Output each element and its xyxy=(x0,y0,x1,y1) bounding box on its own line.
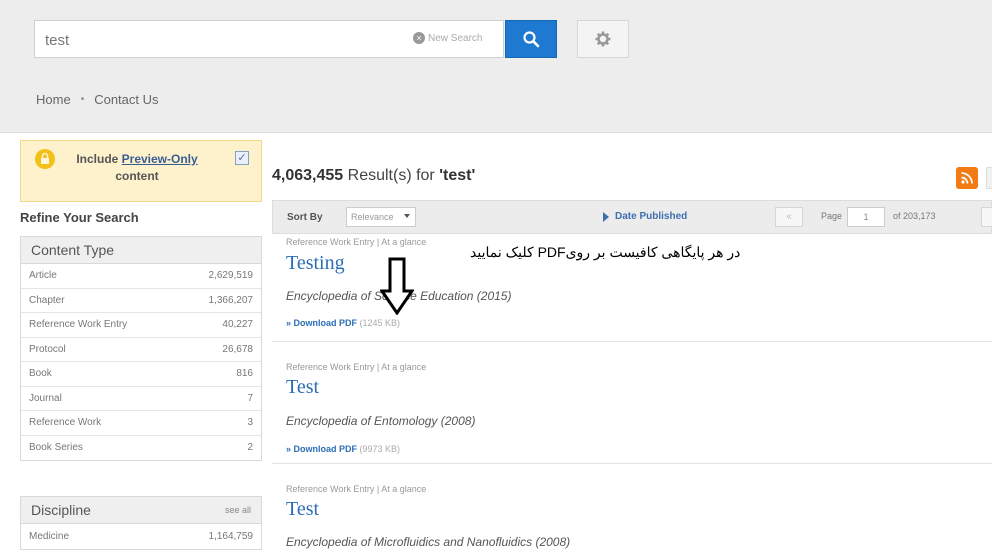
date-published-toggle[interactable]: Date Published xyxy=(603,211,687,222)
clear-icon[interactable]: × xyxy=(413,32,425,44)
results-title: 4,063,455 Result(s) for 'test' xyxy=(272,167,475,185)
new-search-label[interactable]: New Search xyxy=(428,33,482,44)
sort-by-label: Sort By xyxy=(287,212,323,223)
facet-row-count: 1,164,759 xyxy=(208,530,254,542)
results-count: 4,063,455 xyxy=(272,167,344,184)
facet-row-label: Book Series xyxy=(29,442,83,454)
facet-row[interactable]: Book 816 xyxy=(21,362,261,387)
content-type-facet: Content Type Article 2,629,519 Chapter 1,36… xyxy=(20,236,262,461)
result-source: Encyclopedia of Entomology (2008) xyxy=(286,414,476,428)
result-title[interactable]: Testing xyxy=(286,252,345,275)
search-box: × New Search xyxy=(34,20,504,58)
facet-row-label: Reference Work xyxy=(29,417,102,429)
lock-icon xyxy=(35,149,55,169)
facet-row[interactable]: Book Series 2 xyxy=(21,436,261,461)
facet-row-label: Reference Work Entry xyxy=(29,319,128,331)
search-icon xyxy=(523,31,540,48)
result-item: Reference Work Entry | At a glance Test … xyxy=(272,342,992,464)
facet-row[interactable]: Journal 7 xyxy=(21,387,261,411)
sort-bar: Sort By Relevance Date Published « Page … xyxy=(272,200,992,234)
breadcrumb: Home • Contact Us xyxy=(36,92,159,107)
facet-row[interactable]: Medicine 1,164,759 xyxy=(21,524,261,549)
download-label[interactable]: » Download PDF xyxy=(286,444,357,454)
rss-icon[interactable] xyxy=(956,167,978,189)
search-input[interactable] xyxy=(45,30,385,50)
refine-title: Refine Your Search xyxy=(20,210,139,225)
facet-header: Discipline see all xyxy=(21,497,261,524)
preview-only-link[interactable]: Preview-Only xyxy=(122,152,198,166)
prev-page-button[interactable]: « xyxy=(775,207,803,227)
facet-row-label: Article xyxy=(29,270,57,282)
chevron-down-icon xyxy=(404,214,410,218)
file-size: (9973 KB) xyxy=(359,444,401,454)
search-button[interactable] xyxy=(505,20,557,58)
results-query: 'test' xyxy=(439,167,476,184)
preview-text-after: content xyxy=(115,169,159,183)
facet-header: Content Type xyxy=(21,237,261,264)
preview-only-checkbox[interactable]: ✓ xyxy=(235,151,249,165)
file-size: (1245 KB) xyxy=(359,318,401,328)
play-icon xyxy=(603,211,609,222)
settings-button[interactable] xyxy=(577,20,629,58)
facet-row[interactable]: Chapter 1,366,207 xyxy=(21,289,261,313)
download-label[interactable]: » Download PDF xyxy=(286,318,357,328)
result-title[interactable]: Test xyxy=(286,498,319,521)
gear-icon xyxy=(595,31,611,47)
arrow-down-icon xyxy=(380,257,414,315)
header: × New Search Home • Contact Us xyxy=(0,0,992,133)
discipline-facet: Discipline see all Medicine 1,164,759 xyxy=(20,496,262,550)
facet-row-count: 40,227 xyxy=(222,319,253,331)
facet-row-label: Book xyxy=(29,368,52,380)
page-label: Page xyxy=(821,211,843,221)
result-meta: Reference Work Entry | At a glance xyxy=(286,237,427,247)
facet-row-label: Protocol xyxy=(29,343,66,355)
download-pdf-link[interactable]: » Download PDF (9973 KB) xyxy=(286,444,400,454)
see-all-link[interactable]: see all xyxy=(225,505,251,515)
facet-row[interactable]: Article 2,629,519 xyxy=(21,264,261,289)
result-source: Encyclopedia of Microfluidics and Nanofl… xyxy=(286,535,571,549)
facet-row-label: Chapter xyxy=(29,294,65,306)
breadcrumb-home[interactable]: Home xyxy=(36,92,71,107)
facet-rows: Article 2,629,519 Chapter 1,366,207 Referenc… xyxy=(21,264,261,460)
facet-row[interactable]: Reference Work 3 xyxy=(21,411,261,436)
facet-row-count: 3 xyxy=(247,417,253,429)
facet-title: Discipline xyxy=(31,502,91,518)
export-button[interactable] xyxy=(986,167,992,189)
sort-select[interactable]: Relevance xyxy=(346,207,416,227)
result-item: Reference Work Entry | At a glance Test … xyxy=(272,464,992,552)
next-page-button[interactable] xyxy=(981,207,992,227)
facet-row-label: Medicine xyxy=(29,530,70,542)
preview-only-box: Include Preview-Only content ✓ xyxy=(20,140,262,202)
facet-row-count: 2,629,519 xyxy=(208,270,254,282)
facet-row[interactable]: Protocol 26,678 xyxy=(21,338,261,362)
preview-only-label: Include Preview-Only content xyxy=(67,151,207,185)
annotation-text: در هر پایگاهی کافیست بر رویPDF کلیک نمای… xyxy=(470,244,741,260)
result-meta: Reference Work Entry | At a glance xyxy=(286,362,427,372)
date-published-label: Date Published xyxy=(615,211,688,222)
sort-select-value: Relevance xyxy=(351,212,394,222)
facet-row-count: 7 xyxy=(247,392,253,404)
result-title[interactable]: Test xyxy=(286,376,319,399)
breadcrumb-separator: • xyxy=(80,94,85,105)
facet-rows: Medicine 1,164,759 xyxy=(21,524,261,549)
page-total: of 203,173 xyxy=(893,211,936,221)
facet-title: Content Type xyxy=(31,242,115,258)
preview-text-before: Include xyxy=(76,152,122,166)
facet-row-count: 816 xyxy=(236,368,253,380)
result-meta: Reference Work Entry | At a glance xyxy=(286,484,427,494)
facet-row-count: 26,678 xyxy=(222,343,253,355)
sort-bar-background: Sort By Relevance Date Published « Page … xyxy=(272,200,992,234)
facet-row-count: 2 xyxy=(247,442,253,454)
download-pdf-link[interactable]: » Download PDF (1245 KB) xyxy=(286,318,400,328)
breadcrumb-contact[interactable]: Contact Us xyxy=(94,92,158,107)
new-search-link[interactable]: × New Search xyxy=(413,32,482,44)
facet-row-count: 1,366,207 xyxy=(208,294,254,306)
facet-row-label: Journal xyxy=(29,392,62,404)
results-label: Result(s) for xyxy=(343,167,440,184)
page-input[interactable]: 1 xyxy=(847,207,885,227)
facet-row[interactable]: Reference Work Entry 40,227 xyxy=(21,313,261,338)
